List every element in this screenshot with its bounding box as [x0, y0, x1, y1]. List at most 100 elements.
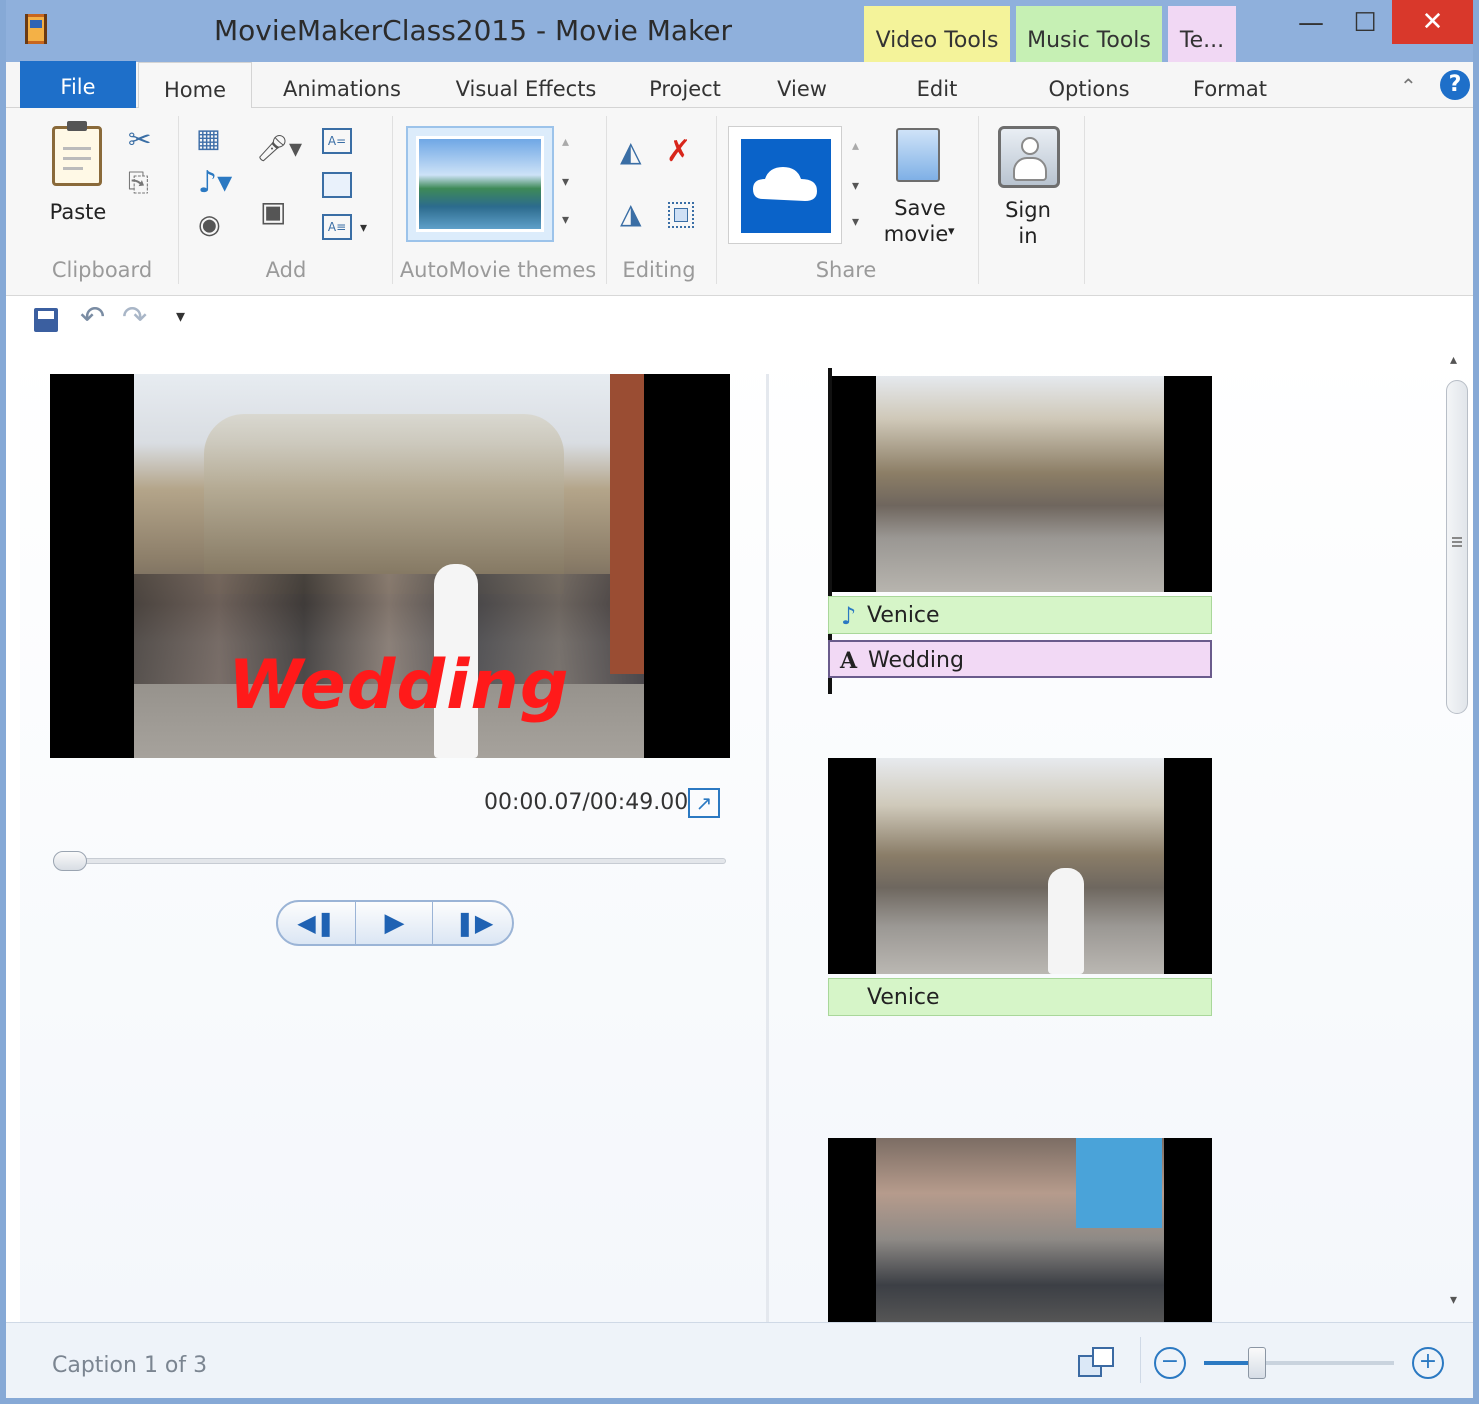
automovie-theme-thumbnail[interactable]: [416, 136, 544, 232]
next-frame-button[interactable]: ❚▶: [434, 902, 512, 944]
seek-bar[interactable]: [53, 851, 726, 871]
ribbon-separator: [392, 116, 393, 284]
undo-icon[interactable]: ↶: [80, 300, 105, 335]
credits-icon[interactable]: A≡: [322, 214, 352, 240]
zoom-slider-thumb[interactable]: [1248, 1347, 1267, 1379]
caption-text-icon: A: [840, 648, 858, 674]
status-text: Caption 1 of 3: [52, 1353, 208, 1378]
maximize-button[interactable]: ☐: [1340, 4, 1390, 42]
zoom-slider[interactable]: [1204, 1347, 1394, 1379]
caption-bar[interactable]: A Wedding: [828, 640, 1212, 678]
seek-thumb[interactable]: [53, 851, 87, 871]
minimize-button[interactable]: —: [1286, 4, 1336, 42]
group-label-editing: Editing: [622, 258, 696, 282]
collapse-ribbon-icon[interactable]: ⌃: [1400, 74, 1417, 98]
snapshot-icon[interactable]: ▣: [260, 198, 286, 226]
credits-dropdown-icon[interactable]: ▾: [360, 220, 367, 236]
gallery-scroll-down-icon[interactable]: ▾: [562, 174, 569, 190]
scroll-up-icon[interactable]: ▴: [1450, 352, 1457, 368]
customize-toolbar-icon[interactable]: ▾: [176, 306, 185, 327]
clip-thumbnail: [876, 1138, 1164, 1322]
ribbon-separator: [178, 116, 179, 284]
add-videos-photos-icon[interactable]: ▦: [196, 126, 221, 152]
storyboard-clip[interactable]: [828, 376, 1212, 592]
caption-icon[interactable]: [322, 172, 352, 198]
caption-overlay-text[interactable]: Wedding: [228, 646, 570, 725]
music-label: Venice: [867, 985, 940, 1010]
share-more-icon[interactable]: ▾: [852, 214, 859, 230]
gallery-more-icon[interactable]: ▾: [562, 212, 569, 228]
quick-access-toolbar: ↶ ↷ ▾: [6, 296, 1473, 344]
share-scroll-up-icon[interactable]: ▴: [852, 138, 859, 154]
group-label-add: Add: [265, 258, 307, 282]
group-label-clipboard: Clipboard: [51, 258, 153, 282]
tab-options[interactable]: Options: [1016, 62, 1162, 108]
record-narration-icon[interactable]: 🎤︎▾: [256, 136, 302, 162]
thumbnail-size-icon[interactable]: [1078, 1347, 1116, 1379]
play-button[interactable]: ▶: [357, 902, 433, 944]
tab-music-tools[interactable]: Music Tools: [1016, 6, 1162, 62]
redo-icon[interactable]: ↷: [122, 300, 147, 335]
ribbon-separator: [606, 116, 607, 284]
scroll-down-icon[interactable]: ▾: [1450, 1292, 1457, 1308]
tab-text-tools[interactable]: Te...: [1168, 6, 1236, 62]
gallery-scroll-up-icon[interactable]: ▴: [562, 134, 569, 150]
ribbon-separator: [1084, 116, 1085, 284]
automovie-theme-gallery[interactable]: [406, 126, 554, 242]
remove-icon[interactable]: ✗: [666, 134, 691, 169]
ribbon-home: Paste ✂ ⎘ Clipboard ▦ ♪▾ ◉ 🎤︎▾ ▣ A= A≡ ▾…: [6, 108, 1473, 296]
onedrive-share-button[interactable]: [728, 126, 842, 244]
tab-edit[interactable]: Edit: [864, 62, 1010, 108]
tab-project[interactable]: Project: [630, 62, 740, 108]
storyboard-scrollbar[interactable]: ▴ ▾: [1444, 352, 1470, 1318]
storyboard-clip[interactable]: [828, 758, 1212, 974]
zoom-in-icon[interactable]: +: [1412, 1347, 1444, 1379]
scroll-thumb[interactable]: [1446, 380, 1468, 714]
main-area: Wedding 00:00.07/00:49.00 ↗ ◀❚ ▶ ❚▶ ♪ Ve…: [20, 344, 1473, 1322]
save-movie-button[interactable]: Save movie ▾: [878, 124, 962, 254]
sign-in-button[interactable]: Sign in: [988, 124, 1068, 254]
preview-monitor[interactable]: Wedding: [50, 374, 730, 758]
tab-view[interactable]: View: [756, 62, 848, 108]
ribbon-separator: [978, 116, 979, 284]
save-icon[interactable]: [34, 308, 58, 332]
storyboard-clip[interactable]: [828, 1138, 1212, 1322]
tab-home[interactable]: Home: [138, 62, 252, 109]
fullscreen-preview-icon[interactable]: ↗: [688, 788, 720, 818]
clipboard-icon: [52, 121, 102, 186]
share-scroll-down-icon[interactable]: ▾: [852, 178, 859, 194]
rotate-right-icon[interactable]: ◮: [620, 200, 642, 228]
status-separator: [1140, 1337, 1141, 1383]
status-bar: Caption 1 of 3 − +: [6, 1322, 1473, 1398]
music-note-icon: ♪: [841, 602, 857, 630]
paste-button[interactable]: Paste: [36, 121, 120, 232]
group-label-share: Share: [815, 258, 877, 282]
add-music-icon[interactable]: ♪▾: [198, 168, 232, 198]
timecode: 00:00.07/00:49.00: [484, 790, 689, 815]
save-movie-label-1: Save: [894, 196, 946, 220]
tab-file[interactable]: File: [20, 61, 136, 108]
select-all-icon[interactable]: [668, 202, 694, 228]
ribbon-separator: [716, 116, 717, 284]
tab-video-tools[interactable]: Video Tools: [864, 6, 1010, 62]
rotate-left-icon[interactable]: ◭: [620, 138, 642, 166]
previous-frame-button[interactable]: ◀❚: [278, 902, 356, 944]
cut-icon[interactable]: ✂: [128, 126, 151, 154]
tab-format[interactable]: Format: [1168, 62, 1292, 108]
zoom-out-icon[interactable]: −: [1154, 1347, 1186, 1379]
music-bar[interactable]: ♪ Venice: [828, 596, 1212, 634]
title-icon[interactable]: A=: [322, 128, 352, 154]
paste-label: Paste: [49, 200, 107, 224]
copy-icon[interactable]: ⎘: [128, 170, 149, 196]
webcam-video-icon[interactable]: ◉: [198, 212, 221, 238]
group-label-automovie: AutoMovie themes: [399, 258, 597, 282]
sign-in-label-1: Sign: [1005, 198, 1051, 222]
help-icon[interactable]: ?: [1440, 70, 1470, 100]
tab-animations[interactable]: Animations: [264, 62, 420, 108]
tab-visual-effects[interactable]: Visual Effects: [436, 62, 616, 108]
save-movie-dropdown-icon: ▾: [948, 224, 955, 239]
close-button[interactable]: ✕: [1392, 0, 1473, 44]
music-bar[interactable]: Venice: [828, 978, 1212, 1016]
pane-splitter[interactable]: [766, 374, 769, 1322]
app-icon[interactable]: [22, 12, 52, 46]
